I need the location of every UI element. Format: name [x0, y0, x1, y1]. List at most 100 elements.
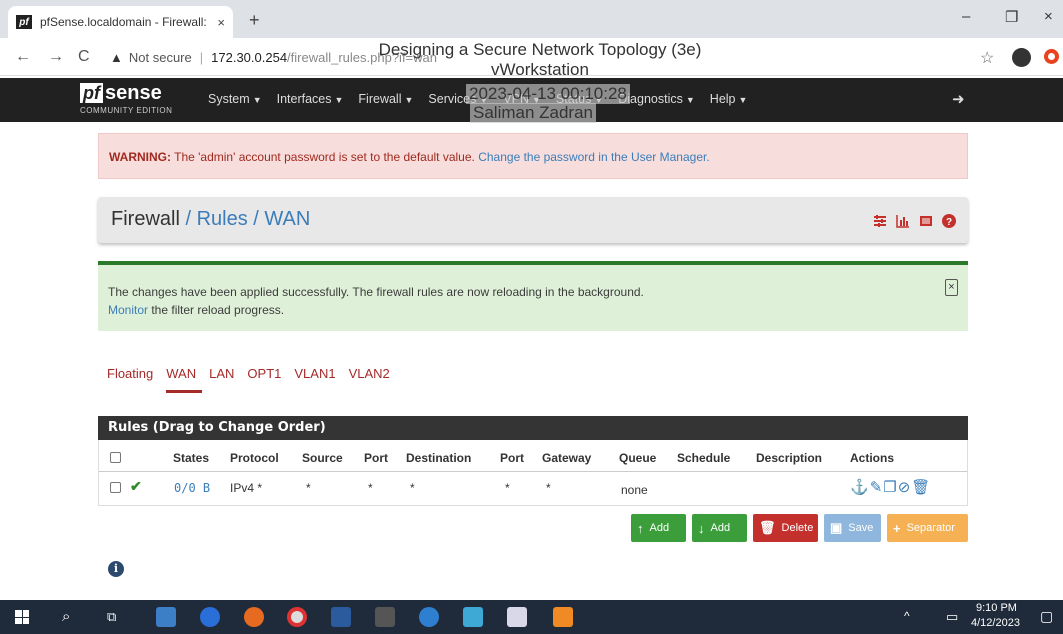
enabled-check-icon: ✔	[130, 478, 142, 494]
info-icon[interactable]: i	[108, 561, 124, 577]
browser-tab[interactable]: pf pfSense.localdomain - Firewall: R ×	[8, 6, 233, 38]
select-all-checkbox[interactable]	[110, 452, 121, 463]
save-disk-icon: ▣	[830, 520, 843, 535]
col-states[interactable]: States	[173, 451, 209, 465]
url-path: /firewall_rules.php?if=wan	[287, 49, 437, 65]
restore-icon[interactable]: ❐	[1005, 8, 1018, 26]
row-port: *	[368, 481, 373, 495]
menu-status[interactable]: Status ▼	[556, 92, 603, 106]
menu-help[interactable]: Help ▼	[710, 92, 748, 106]
col-description[interactable]: Description	[756, 451, 822, 465]
col-protocol[interactable]: Protocol	[230, 451, 279, 465]
menu-interfaces[interactable]: Interfaces ▼	[277, 92, 344, 106]
vnc-icon[interactable]	[507, 607, 527, 627]
task-view-icon[interactable]: ⧉	[107, 609, 116, 625]
logout-icon[interactable]: ➜	[952, 90, 965, 108]
add-separator-button[interactable]: + Separator	[887, 514, 968, 542]
close-window-icon[interactable]: ×	[1044, 8, 1053, 25]
menu-services[interactable]: Services ▼	[428, 92, 488, 106]
wireshark-icon[interactable]	[463, 607, 483, 627]
minimize-icon[interactable]: –	[962, 8, 970, 25]
row-checkbox[interactable]	[110, 482, 121, 493]
windows-start-icon[interactable]	[15, 610, 29, 624]
list-icon[interactable]	[919, 211, 933, 226]
network-tray-icon[interactable]: ▭	[946, 609, 958, 625]
notification-icon[interactable]: ▢	[1040, 608, 1053, 625]
security-label: Not secure	[128, 49, 192, 65]
tab-vlan2[interactable]: VLAN2	[349, 366, 390, 381]
table-row[interactable]: ✔ 0/0 B IPv4 * * * * * * none ⚓✎❐⊘🗑	[99, 474, 967, 502]
breadcrumb-wan[interactable]: WAN	[264, 208, 310, 230]
rules-table: States Protocol Source Port Destination …	[98, 440, 968, 506]
add-bottom-button[interactable]: ↓ Add	[692, 514, 747, 542]
anchor-icon[interactable]: ⚓	[850, 479, 870, 496]
col-dport[interactable]: Port	[500, 451, 524, 465]
row-queue: none	[621, 483, 648, 497]
breadcrumb-rules[interactable]: Rules	[197, 208, 248, 230]
menu-vpn[interactable]: VPN ▼	[503, 92, 541, 106]
search-icon[interactable]: ⌕	[62, 608, 70, 625]
powershell-icon[interactable]	[331, 607, 351, 627]
tab-opt1[interactable]: OPT1	[247, 366, 281, 381]
copy-icon[interactable]: ❐	[883, 479, 897, 496]
col-actions: Actions	[850, 451, 895, 465]
changes-applied-alert: The changes have been applied successful…	[98, 261, 968, 331]
close-alert-icon[interactable]: ×	[945, 279, 958, 296]
main-menu: System ▼ Interfaces ▼ Firewall ▼ Services ▼ …	[208, 92, 747, 106]
col-destination[interactable]: Destination	[406, 451, 471, 465]
network-app-icon[interactable]	[419, 607, 439, 627]
tab-floating[interactable]: Floating	[107, 366, 153, 381]
pfsense-favicon-icon: pf	[16, 15, 32, 29]
save-button[interactable]: ▣ Save	[824, 514, 881, 542]
bookmark-star-icon[interactable]: ☆	[980, 48, 994, 68]
monitor-link[interactable]: Monitor	[108, 303, 148, 317]
add-top-button[interactable]: ↑ Add	[631, 514, 686, 542]
arrow-up-icon: ↑	[637, 520, 644, 536]
tab-lan[interactable]: LAN	[209, 366, 234, 381]
extension-icon[interactable]	[1044, 49, 1059, 64]
change-password-link[interactable]: Change the password in the User Manager.	[478, 150, 709, 164]
clock-date[interactable]: 4/12/2023	[971, 617, 1020, 629]
row-source: *	[306, 481, 311, 495]
url-field[interactable]: ▲ Not secure | 172.30.0.254 /firewall_ru…	[110, 44, 970, 70]
chrome-icon[interactable]	[287, 607, 307, 627]
reload-icon[interactable]: C	[78, 48, 90, 66]
bar-chart-icon[interactable]	[896, 211, 910, 228]
tab-vlan1[interactable]: VLAN1	[294, 366, 335, 381]
col-port[interactable]: Port	[364, 451, 388, 465]
app-icon[interactable]	[553, 607, 573, 627]
col-schedule[interactable]: Schedule	[677, 451, 730, 465]
address-bar: ← → C ▲ Not secure | 172.30.0.254 /firew…	[0, 38, 1063, 76]
menu-diagnostics[interactable]: Diagnostics ▼	[618, 92, 695, 106]
edit-pencil-icon[interactable]: ✎	[870, 479, 884, 496]
tab-close-icon[interactable]: ×	[217, 15, 225, 30]
help-icon[interactable]: ?	[942, 211, 956, 228]
menu-firewall[interactable]: Firewall ▼	[358, 92, 413, 106]
new-tab-button[interactable]: +	[249, 10, 260, 31]
interface-tabs: Floating WAN LAN OPT1 VLAN1 VLAN2	[107, 366, 390, 393]
pfsense-logo[interactable]: pf sense COMMUNITY EDITION	[80, 82, 172, 115]
trash-icon[interactable]: 🗑	[911, 479, 931, 496]
profile-avatar-icon[interactable]	[1012, 48, 1031, 67]
back-icon[interactable]: ←	[15, 48, 31, 66]
breadcrumb: Firewall / Rules / WAN ?	[98, 197, 968, 243]
row-dport: *	[505, 481, 510, 495]
delete-button[interactable]: 🗑 Delete	[753, 514, 818, 542]
forward-icon[interactable]: →	[48, 48, 64, 66]
firefox-icon[interactable]	[244, 607, 264, 627]
chevron-up-icon[interactable]: ^	[904, 609, 910, 623]
terminal-icon[interactable]	[375, 607, 395, 627]
clock-time[interactable]: 9:10 PM	[976, 602, 1017, 614]
row-states[interactable]: 0/0 B	[174, 481, 210, 495]
menu-system[interactable]: System ▼	[208, 92, 262, 106]
edge-icon[interactable]	[200, 607, 220, 627]
col-queue[interactable]: Queue	[619, 451, 656, 465]
col-source[interactable]: Source	[302, 451, 343, 465]
pfsense-navbar: pf sense COMMUNITY EDITION System ▼ Interf…	[0, 78, 1063, 122]
file-explorer-icon[interactable]	[156, 607, 176, 627]
tab-wan[interactable]: WAN	[166, 366, 202, 393]
disable-icon[interactable]: ⊘	[898, 479, 912, 496]
col-gateway[interactable]: Gateway	[542, 451, 591, 465]
sliders-icon[interactable]	[873, 211, 887, 227]
table-header-row: States Protocol Source Port Destination …	[99, 444, 967, 472]
